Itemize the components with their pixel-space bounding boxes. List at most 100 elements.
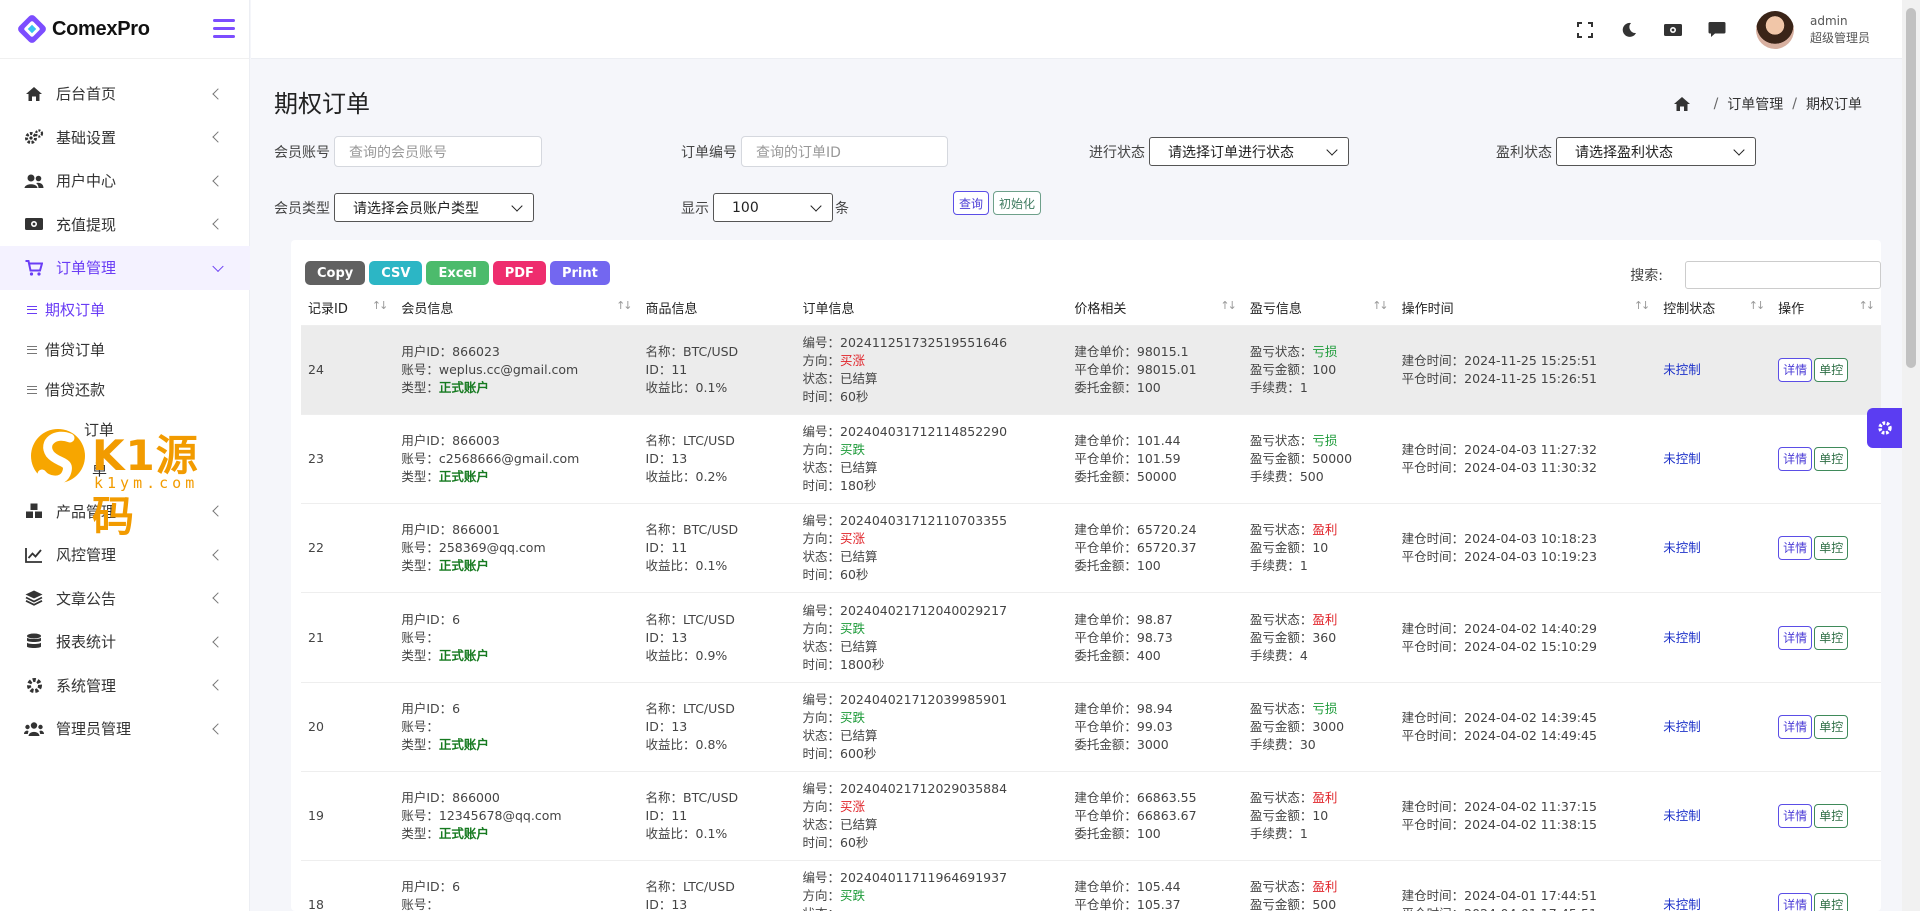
sidebar-item-reports[interactable]: 报表统计: [0, 620, 250, 664]
query-button[interactable]: 查询: [953, 191, 990, 215]
table-row[interactable]: 20 用户ID：6 账号： 类型：正式账户 名称：LTC/USD ID：13 收益比：0.8…: [301, 682, 1881, 772]
csv-button[interactable]: CSV: [369, 261, 423, 285]
single-control-button[interactable]: 单控: [1814, 804, 1849, 829]
sidebar-item-articles[interactable]: 文章公告: [0, 577, 250, 621]
column-header[interactable]: 控制状态 ↑↓: [1656, 291, 1772, 326]
single-control-button[interactable]: 单控: [1814, 625, 1849, 650]
detail-button[interactable]: 详情: [1778, 357, 1813, 382]
pl-amount-value: 360: [1312, 629, 1337, 645]
open-price: 建仓单价：98015.1: [1074, 343, 1242, 361]
profit-status-select[interactable]: 请选择盈利状态: [1556, 137, 1756, 166]
detail-button[interactable]: 详情: [1778, 893, 1813, 911]
detail-button[interactable]: 详情: [1778, 714, 1813, 739]
home-icon[interactable]: [1673, 95, 1691, 113]
amount-value: 400: [1136, 647, 1161, 663]
table-row[interactable]: 19 用户ID：866000 账号：12345678@qq.com 类型：正式账户 名称…: [301, 771, 1881, 862]
select-value: 请选择订单进行状态: [1168, 144, 1294, 161]
avatar[interactable]: [1756, 10, 1794, 49]
page-size-select[interactable]: 100: [713, 193, 833, 222]
reset-button[interactable]: 初始化: [993, 191, 1042, 215]
single-control-button[interactable]: 单控: [1814, 357, 1849, 382]
member-type-select[interactable]: 请选择会员账户类型: [334, 193, 534, 222]
print-button[interactable]: Print: [549, 261, 610, 285]
sidebar-item-order-management[interactable]: 订单管理: [0, 246, 250, 290]
settings-drawer-tab[interactable]: [1867, 408, 1902, 448]
sidebar-item-user-center[interactable]: 用户中心: [0, 159, 250, 203]
table-row[interactable]: 21 用户ID：6 账号： 类型：正式账户 名称：LTC/USD ID：13 收益比：0.9…: [301, 592, 1881, 683]
open-price-value: 98.87: [1136, 611, 1173, 627]
open-time-value: 2024-11-25 15:25:51: [1464, 352, 1597, 368]
fullscreen-icon[interactable]: [1574, 19, 1596, 41]
duration-value: 60秒: [840, 835, 869, 851]
sort-icon[interactable]: ↑↓: [1859, 299, 1876, 312]
sort-icon[interactable]: ↑↓: [1220, 299, 1237, 312]
field-label: 账号：: [401, 808, 439, 824]
detail-button[interactable]: 详情: [1778, 536, 1813, 561]
sort-icon[interactable]: ↑↓: [1372, 299, 1389, 312]
detail-button[interactable]: 详情: [1778, 446, 1813, 471]
page-scrollbar[interactable]: [1902, 0, 1920, 911]
sidebar-item-label: 订单管理: [56, 259, 117, 278]
field-label: 账号：: [401, 629, 439, 645]
duration: 时间：60秒: [803, 834, 1068, 852]
column-header[interactable]: 操作 ↑↓: [1771, 291, 1881, 326]
sort-icon[interactable]: ↑↓: [1749, 299, 1766, 312]
table-search-input[interactable]: [1685, 261, 1881, 289]
member-account-input[interactable]: 查询的会员账号: [334, 136, 542, 167]
field-label: 委托金额：: [1074, 468, 1137, 484]
sidebar-item-recharge[interactable]: 充值提现: [0, 203, 250, 247]
pdf-button[interactable]: PDF: [492, 261, 546, 285]
column-header[interactable]: 盈亏信息 ↑↓: [1242, 291, 1395, 326]
money-icon[interactable]: [1662, 19, 1684, 41]
table-row[interactable]: 24 用户ID：866023 账号：weplus.cc@gmail.com 类型：正式…: [301, 325, 1881, 415]
pl-state: 盈亏状态：亏损: [1250, 432, 1395, 450]
field-label: 账号：: [401, 540, 439, 556]
table-row[interactable]: 23 用户ID：866003 账号：c2568666@gmail.com 类型：正式账…: [301, 414, 1881, 505]
sidebar-item-admins[interactable]: 管理员管理: [0, 707, 250, 751]
field-label: ID：: [645, 718, 672, 734]
breadcrumb-item[interactable]: 订单管理: [1727, 94, 1783, 114]
user-info[interactable]: admin 超级管理员: [1810, 13, 1902, 47]
single-control-button[interactable]: 单控: [1814, 893, 1849, 911]
detail-button[interactable]: 详情: [1778, 625, 1813, 650]
brand[interactable]: ComexPro: [0, 0, 249, 59]
table-row[interactable]: 22 用户ID：866001 账号：258369@qq.com 类型：正式账户 名称：B…: [301, 503, 1881, 594]
sort-icon[interactable]: ↑↓: [372, 299, 389, 312]
direction-value: 买跌: [840, 709, 866, 725]
sidebar-subitem-option-orders[interactable]: 期权订单: [0, 290, 250, 330]
menu-toggle-icon[interactable]: [213, 19, 235, 39]
sidebar-item-dashboard[interactable]: 后台首页: [0, 72, 250, 116]
column-header[interactable]: 记录ID ↑↓: [301, 291, 395, 326]
control-status-text: 未控制: [1663, 629, 1701, 645]
sidebar-item-basic-settings[interactable]: 基础设置: [0, 116, 250, 160]
field-label: 平仓时间：: [1401, 549, 1465, 565]
amount-value: 50000: [1136, 468, 1177, 484]
table-row[interactable]: 18用户ID：6账号：类型：名称：LTC/USDID：13收益比：编号：2024…: [301, 860, 1881, 911]
field-label: ID：: [645, 897, 672, 911]
pl-state-value: 亏损: [1312, 700, 1338, 716]
sort-icon[interactable]: ↑↓: [1634, 299, 1651, 312]
column-header[interactable]: 价格相关 ↑↓: [1067, 291, 1243, 326]
order-no-value: 202404021712039985901: [840, 691, 1008, 707]
column-header[interactable]: 操作时间 ↑↓: [1394, 291, 1657, 326]
message-icon[interactable]: [1706, 19, 1728, 41]
column-header-label: 商品信息: [645, 302, 698, 318]
field-label: 建仓单价：: [1074, 432, 1137, 448]
detail-button[interactable]: 详情: [1778, 804, 1813, 829]
single-control-button[interactable]: 单控: [1814, 446, 1849, 471]
sort-icon[interactable]: ↑↓: [616, 299, 633, 312]
dark-mode-icon[interactable]: [1618, 19, 1640, 41]
single-control-button[interactable]: 单控: [1814, 536, 1849, 561]
sidebar-item-system[interactable]: 系统管理: [0, 664, 250, 708]
run-status-select[interactable]: 请选择订单进行状态: [1149, 137, 1349, 166]
sidebar-subitem-loan-orders[interactable]: 借贷订单: [0, 330, 250, 370]
excel-button[interactable]: Excel: [426, 261, 489, 285]
field-label: 收益比：: [645, 826, 696, 842]
order-no-input[interactable]: 查询的订单ID: [741, 136, 948, 167]
single-control-button[interactable]: 单控: [1814, 714, 1849, 739]
sidebar-subitem-loan-repayment[interactable]: 借贷还款: [0, 370, 250, 410]
column-header[interactable]: 会员信息 ↑↓: [394, 291, 639, 326]
direction-value: 买涨: [840, 799, 866, 815]
scrollbar-thumb[interactable]: [1906, 8, 1916, 368]
copy-button[interactable]: Copy: [305, 261, 366, 285]
